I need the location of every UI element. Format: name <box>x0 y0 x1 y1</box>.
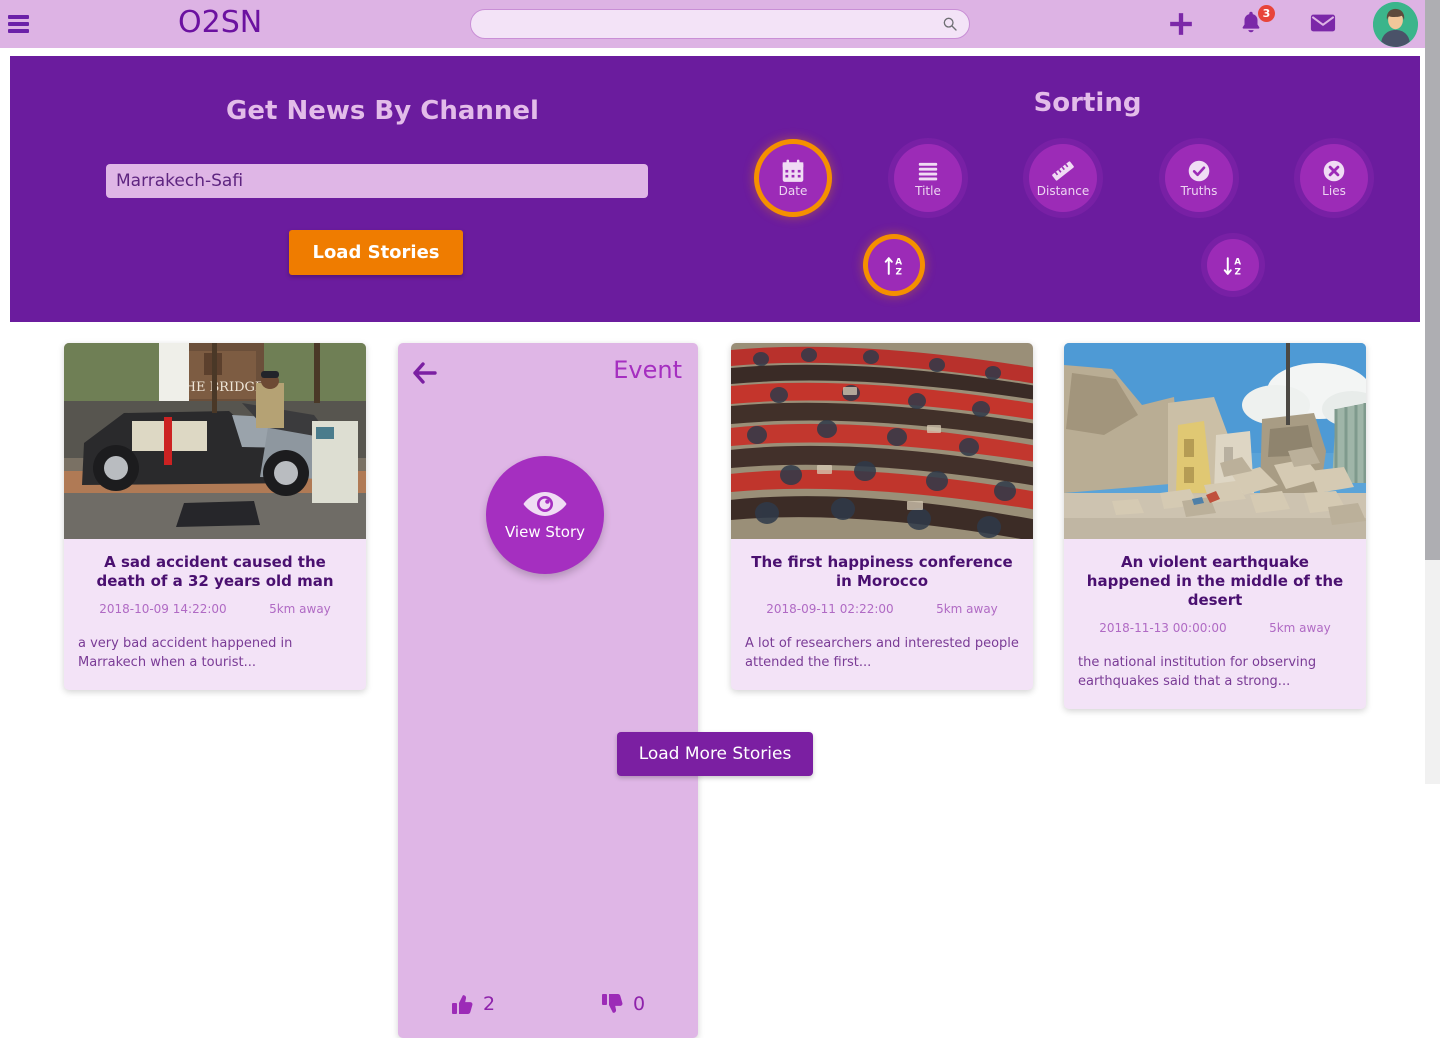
scrollbar-thumb[interactable] <box>1425 0 1440 560</box>
story-title: The first happiness conference in Morocc… <box>751 553 1013 590</box>
load-stories-button[interactable]: Load Stories <box>289 230 463 275</box>
thumbs-down-icon <box>601 994 623 1013</box>
car-accident-photo: THE BRIDGE <box>64 343 366 539</box>
sort-direction-ascending[interactable]: A Z <box>868 239 920 291</box>
svg-text:Z: Z <box>1234 267 1241 277</box>
story-votes: 2 0 <box>398 992 698 1016</box>
notification-badge-count: 3 <box>1258 5 1275 22</box>
thumbs-up-icon <box>451 995 473 1014</box>
page-scrollbar[interactable] <box>1425 0 1440 784</box>
story-card[interactable]: THE BRIDGE A sad accident caused the dea… <box>64 343 366 690</box>
app-logo[interactable]: O2SN <box>178 5 262 40</box>
avatar-illustration <box>1373 2 1418 47</box>
ruler-icon <box>1052 161 1074 181</box>
sort-option-label: Date <box>778 184 808 198</box>
sort-alpha-up-icon: A Z <box>884 256 902 277</box>
channel-input[interactable] <box>106 164 648 198</box>
plus-icon[interactable] <box>1168 11 1194 37</box>
like-button[interactable]: 2 <box>451 992 495 1016</box>
story-category-label: Event <box>613 356 682 384</box>
dislike-button[interactable]: 0 <box>601 992 645 1016</box>
check-circle-icon <box>1188 160 1210 182</box>
eye-icon <box>523 492 567 516</box>
sort-option-title[interactable]: Title <box>894 144 962 212</box>
sort-option-date[interactable]: Date <box>759 144 827 212</box>
calendar-icon <box>782 159 804 182</box>
like-count: 2 <box>482 993 496 1015</box>
sorting-section: Sorting Date Title Distance Truths Lies … <box>755 56 1420 322</box>
story-description: a very bad accident happened in Marrakec… <box>78 636 293 670</box>
story-image <box>1064 343 1366 539</box>
sort-option-distance[interactable]: Distance <box>1029 144 1097 212</box>
story-meta: 2018-10-09 14:22:00 5km away <box>78 602 352 616</box>
filters-panel: Get News By Channel Load Stories Sorting… <box>10 56 1420 322</box>
story-distance: 5km away <box>936 602 998 616</box>
stories-grid: THE BRIDGE A sad accident caused the dea… <box>0 336 1440 1038</box>
view-story-button[interactable]: View Story <box>486 456 604 574</box>
sort-option-lies[interactable]: Lies <box>1300 144 1368 212</box>
earthquake-rubble-photo <box>1064 343 1366 539</box>
search-input[interactable] <box>470 9 970 39</box>
hamburger-bar <box>8 29 29 33</box>
story-body: The first happiness conference in Morocc… <box>731 539 1033 690</box>
sort-option-label: Truths <box>1180 184 1218 198</box>
envelope-icon[interactable] <box>1310 12 1336 34</box>
story-description: A lot of researchers and interested peop… <box>745 636 1019 670</box>
story-card[interactable]: The first happiness conference in Morocc… <box>731 343 1033 690</box>
sort-alpha-down-icon: A Z <box>1223 256 1241 277</box>
top-navigation-bar: O2SN 3 <box>0 0 1440 48</box>
sorting-section-title: Sorting <box>1033 88 1142 118</box>
sort-direction-descending[interactable]: A Z <box>1207 239 1259 291</box>
story-title: A sad accident caused the death of a 32 … <box>96 553 334 590</box>
story-title: An violent earthquake happened in the mi… <box>1086 553 1344 609</box>
search-box <box>470 9 970 39</box>
notifications-button[interactable]: 3 <box>1238 5 1275 39</box>
conference-auditorium-photo <box>731 343 1033 539</box>
svg-text:Z: Z <box>895 267 902 277</box>
dislike-count: 0 <box>632 993 646 1015</box>
story-description: the national institution for observing e… <box>1078 655 1317 689</box>
sort-option-label: Title <box>915 184 941 198</box>
sort-option-label: Distance <box>1036 184 1090 198</box>
svg-text:THE BRIDGE: THE BRIDGE <box>176 380 264 395</box>
story-date: 2018-11-13 00:00:00 <box>1099 621 1227 635</box>
channel-section-title: Get News By Channel <box>226 96 539 126</box>
story-distance: 5km away <box>1269 621 1331 635</box>
view-story-label: View Story <box>505 523 585 541</box>
svg-text:A: A <box>895 257 902 267</box>
story-image <box>731 343 1033 539</box>
hamburger-bar <box>8 15 29 19</box>
story-distance: 5km away <box>269 602 331 616</box>
list-lines-icon <box>918 162 938 181</box>
load-more-stories-button[interactable]: Load More Stories <box>617 732 813 776</box>
sort-option-truths[interactable]: Truths <box>1165 144 1233 212</box>
story-body: An violent earthquake happened in the mi… <box>1064 539 1366 709</box>
hamburger-menu-icon[interactable] <box>8 12 30 36</box>
story-image: THE BRIDGE <box>64 343 366 539</box>
story-card[interactable]: An violent earthquake happened in the mi… <box>1064 343 1366 709</box>
x-circle-icon <box>1323 160 1345 182</box>
story-body: A sad accident caused the death of a 32 … <box>64 539 366 690</box>
story-meta: 2018-09-11 02:22:00 5km away <box>745 602 1019 616</box>
story-meta: 2018-11-13 00:00:00 5km away <box>1078 621 1352 635</box>
sort-option-label: Lies <box>1322 184 1346 198</box>
svg-text:A: A <box>1234 257 1241 267</box>
story-date: 2018-10-09 14:22:00 <box>99 602 227 616</box>
user-avatar[interactable] <box>1373 2 1418 47</box>
channel-filter-section: Get News By Channel Load Stories <box>10 56 755 322</box>
story-card-flipped[interactable]: Event View Story 2 0 <box>398 343 698 1038</box>
arrow-left-icon[interactable] <box>412 361 438 385</box>
hamburger-bar <box>8 22 29 26</box>
story-date: 2018-09-11 02:22:00 <box>766 602 894 616</box>
